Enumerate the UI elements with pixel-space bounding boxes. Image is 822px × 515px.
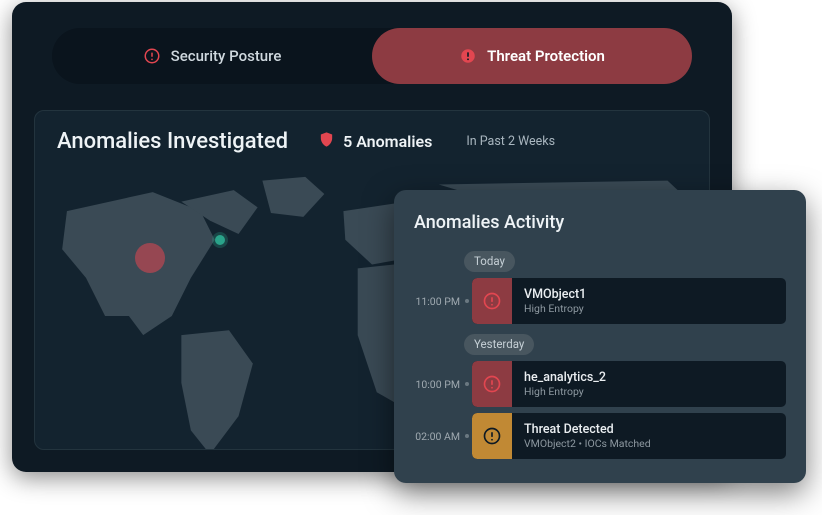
tab-bar: Security Posture Threat Protection bbox=[52, 28, 692, 84]
alert-circle-icon bbox=[143, 47, 161, 65]
shield-icon bbox=[318, 131, 335, 152]
activity-time: 02:00 AM bbox=[414, 413, 464, 459]
tab-threat-protection[interactable]: Threat Protection bbox=[372, 28, 692, 84]
tab-label: Security Posture bbox=[171, 47, 282, 65]
activity-sub: High Entropy bbox=[524, 385, 606, 398]
activity-name: Threat Detected bbox=[524, 422, 651, 438]
activity-sub: VMObject2 • IOCs Matched bbox=[524, 437, 651, 450]
activity-time: 10:00 PM bbox=[414, 361, 464, 407]
activity-row[interactable]: 10:00 PM he_analytics_2 High Entropy bbox=[414, 361, 786, 407]
tab-label: Threat Protection bbox=[487, 47, 605, 65]
map-hotspot-green bbox=[215, 235, 225, 245]
severity-amber-icon bbox=[472, 413, 512, 459]
map-hotspot-red bbox=[135, 243, 165, 273]
activity-row[interactable]: 11:00 PM VMObject1 High Entropy bbox=[414, 278, 786, 324]
activity-title: Anomalies Activity bbox=[414, 212, 786, 233]
day-label: Today bbox=[464, 251, 515, 272]
anomalies-header: Anomalies Investigated 5 Anomalies In Pa… bbox=[57, 129, 687, 154]
activity-sub: High Entropy bbox=[524, 302, 586, 315]
activity-name: he_analytics_2 bbox=[524, 370, 606, 386]
day-label: Yesterday bbox=[464, 334, 534, 355]
activity-card: Anomalies Activity Today 11:00 PM VMObje… bbox=[394, 190, 806, 483]
timeframe-label: In Past 2 Weeks bbox=[466, 134, 555, 149]
alert-circle-icon bbox=[459, 47, 477, 65]
activity-name: VMObject1 bbox=[524, 287, 586, 303]
anomaly-count: 5 Anomalies bbox=[318, 131, 432, 152]
severity-red-icon bbox=[472, 361, 512, 407]
severity-red-icon bbox=[472, 278, 512, 324]
panel-title: Anomalies Investigated bbox=[57, 129, 288, 154]
activity-time: 11:00 PM bbox=[414, 278, 464, 324]
activity-row[interactable]: 02:00 AM Threat Detected VMObject2 • IOC… bbox=[414, 413, 786, 459]
tab-security-posture[interactable]: Security Posture bbox=[52, 28, 372, 84]
anomaly-count-label: 5 Anomalies bbox=[343, 132, 432, 151]
